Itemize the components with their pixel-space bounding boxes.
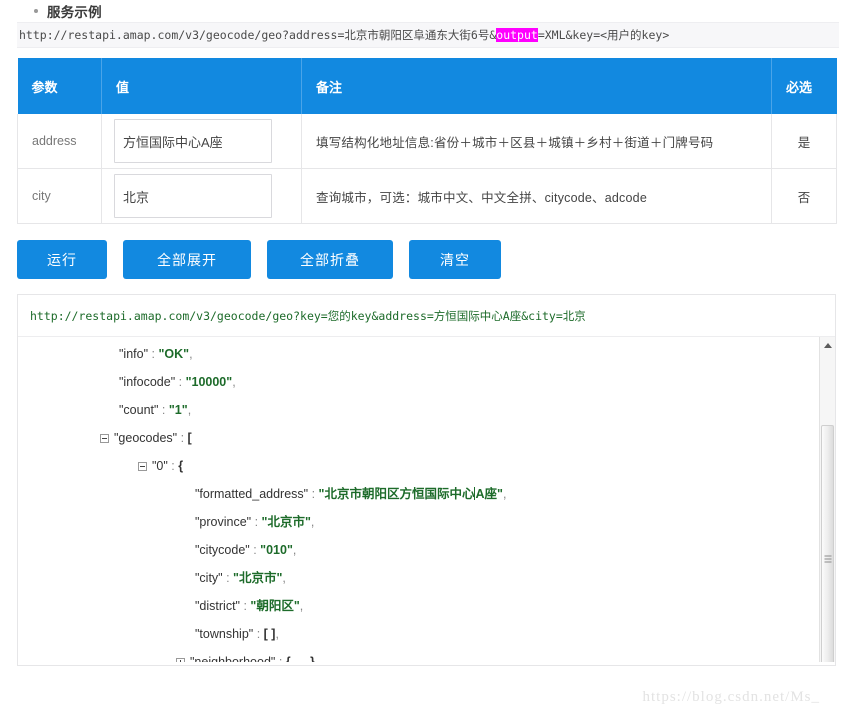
section-heading: 服务示例 [0, 0, 856, 20]
param-required-city: 否 [771, 168, 837, 224]
param-name-city: city [17, 168, 102, 224]
json-comma: , [314, 655, 319, 662]
clear-button[interactable]: 清空 [409, 240, 501, 279]
table-row: address 填写结构化地址信息:省份＋城市＋区县＋城镇＋乡村＋街道＋门牌号码… [17, 114, 837, 169]
json-separator: : [275, 655, 286, 662]
collapse-node-icon[interactable] [138, 462, 147, 472]
column-header-remark: 备注 [301, 58, 772, 114]
example-url-prefix: http://restapi.amap.com/v3/geocode/geo?a… [19, 28, 497, 42]
json-tree[interactable]: "info" : "OK", "infocode" : "10000", "coun… [18, 337, 835, 662]
json-tree-row: "geocodes" : [ [18, 424, 835, 452]
scrollbar-grip-icon [824, 554, 831, 565]
param-name-address: address [17, 114, 102, 169]
json-tree-row: "province" : "北京市", [18, 508, 835, 536]
city-input[interactable] [114, 174, 272, 218]
param-remark-city: 查询城市，可选：城市中文、中文全拼、citycode、adcode [301, 168, 772, 224]
json-key: "geocodes" [114, 431, 178, 445]
json-tree-row: "township" : [ ], [18, 620, 835, 648]
json-comma: , [502, 487, 507, 501]
json-key: "count" [119, 403, 159, 417]
json-value: "北京市" [233, 571, 283, 585]
column-header-value: 值 [101, 58, 302, 114]
json-separator: : [148, 347, 159, 361]
json-key: "province" [195, 515, 252, 529]
json-key: "formatted_address" [195, 487, 309, 501]
json-tree-row: "neighborhood" : { … }, [18, 648, 835, 662]
json-tree-row: "info" : "OK", [18, 340, 835, 368]
json-separator: : [222, 571, 234, 585]
column-header-param: 参数 [17, 58, 102, 114]
json-separator: : [308, 487, 319, 501]
page-title: 服务示例 [47, 4, 102, 20]
json-value: [ [187, 431, 192, 445]
json-separator: : [251, 515, 262, 529]
json-viewport[interactable]: "info" : "OK", "infocode" : "10000", "coun… [18, 337, 835, 662]
expand-all-button[interactable]: 全部展开 [123, 240, 251, 279]
scroll-up-arrow-icon[interactable] [820, 337, 835, 353]
json-separator: : [167, 459, 179, 473]
watermark: https://blog.csdn.net/Ms_ [642, 689, 820, 705]
json-key: "township" [195, 627, 254, 641]
json-value: "1" [168, 403, 188, 417]
scrollbar-thumb[interactable] [821, 425, 834, 662]
json-comma: , [299, 599, 304, 613]
json-value: { [178, 459, 184, 473]
json-separator: : [158, 403, 169, 417]
bullet-dot-icon [34, 8, 38, 13]
run-button[interactable]: 运行 [17, 240, 107, 279]
json-tree-row: "formatted_address" : "北京市朝阳区方恒国际中心A座", [18, 480, 835, 508]
request-url-display[interactable]: http://restapi.amap.com/v3/geocode/geo?k… [18, 295, 835, 337]
json-key: "district" [195, 599, 240, 613]
json-value: [ ] [263, 627, 276, 641]
json-comma: , [282, 571, 286, 585]
json-value: "OK" [158, 347, 190, 361]
json-comma: , [232, 375, 236, 389]
json-tree-row: "count" : "1", [18, 396, 835, 424]
json-tree-row: "0" : { [18, 452, 835, 480]
json-value: "朝阳区" [250, 599, 300, 613]
json-key: "citycode" [195, 543, 250, 557]
json-separator: : [253, 627, 264, 641]
expand-node-icon[interactable] [176, 658, 185, 662]
json-tree-row: "district" : "朝阳区", [18, 592, 835, 620]
vertical-scrollbar[interactable] [819, 337, 835, 662]
json-comma: , [292, 543, 297, 557]
json-comma: , [275, 627, 279, 641]
json-comma: , [189, 347, 193, 361]
json-value: "10000" [185, 375, 233, 389]
scrollbar-track[interactable] [820, 353, 835, 662]
param-required-address: 是 [771, 114, 837, 169]
json-key: "0" [152, 459, 168, 473]
json-value: "北京市" [261, 515, 311, 529]
json-separator: : [175, 375, 186, 389]
json-tree-row: "infocode" : "10000", [18, 368, 835, 396]
json-value: "北京市朝阳区方恒国际中心A座" [318, 487, 503, 501]
json-separator: : [177, 431, 188, 445]
json-key: "info" [119, 347, 149, 361]
column-header-required: 必选 [771, 58, 837, 114]
param-remark-address: 填写结构化地址信息:省份＋城市＋区县＋城镇＋乡村＋街道＋门牌号码 [301, 114, 772, 169]
collapse-all-button[interactable]: 全部折叠 [267, 240, 393, 279]
action-button-row: 运行 全部展开 全部折叠 清空 [17, 240, 856, 279]
json-comma: , [310, 515, 315, 529]
json-tree-row: "citycode" : "010", [18, 536, 835, 564]
json-separator: : [240, 599, 251, 613]
json-key: "city" [195, 571, 223, 585]
example-url-bar: http://restapi.amap.com/v3/geocode/geo?a… [17, 22, 839, 48]
example-url-highlighted-token[interactable]: output [496, 28, 538, 42]
json-tree-row: "city" : "北京市", [18, 564, 835, 592]
json-value: { … } [285, 655, 315, 662]
table-row: city 查询城市，可选：城市中文、中文全拼、citycode、adcode 否 [17, 168, 837, 224]
result-panel: http://restapi.amap.com/v3/geocode/geo?k… [17, 294, 836, 666]
address-input[interactable] [114, 119, 272, 163]
json-key: "neighborhood" [190, 655, 276, 662]
collapse-node-icon[interactable] [100, 434, 109, 444]
json-value: "010" [260, 543, 293, 557]
parameters-table: 参数 值 备注 必选 address 填写结构化地址信息:省份＋城市＋区县＋城镇… [17, 58, 837, 224]
table-header-row: 参数 值 备注 必选 [17, 58, 837, 114]
json-separator: : [249, 543, 261, 557]
json-key: "infocode" [119, 375, 176, 389]
json-comma: , [187, 403, 192, 417]
example-url-suffix: =XML&key=<用户的key> [537, 28, 670, 42]
